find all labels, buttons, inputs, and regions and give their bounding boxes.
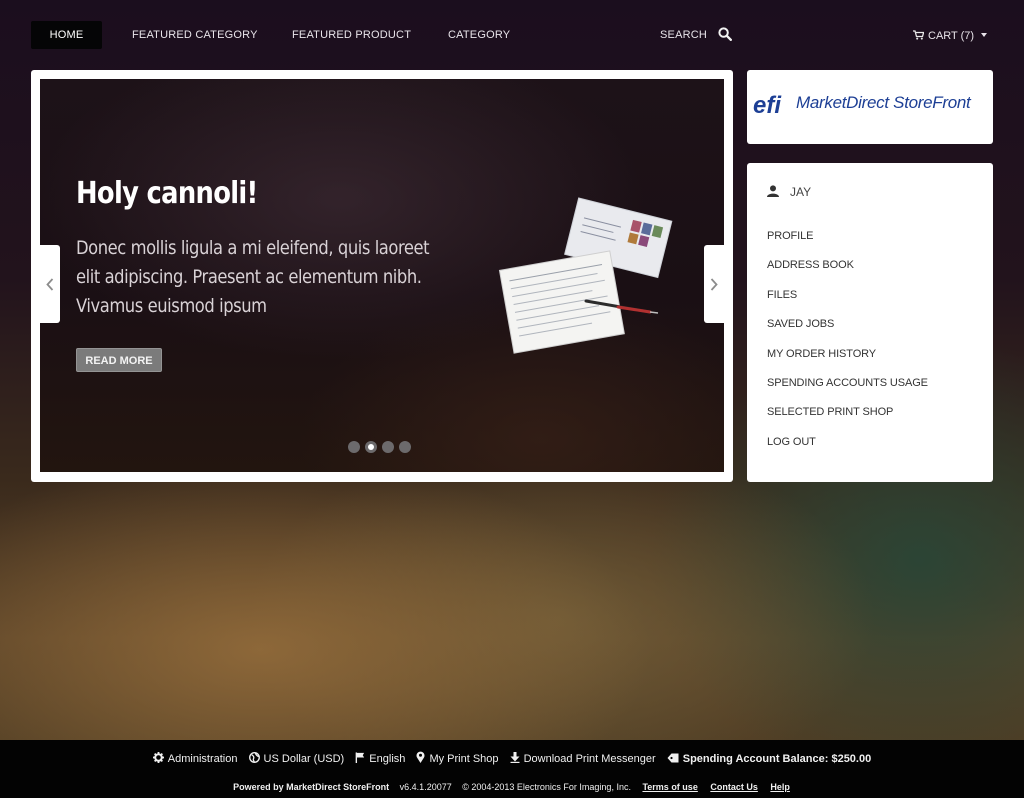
- slide-title: Holy cannoli!: [76, 176, 258, 211]
- envelope-letters-image: [498, 197, 673, 354]
- slider-next-button[interactable]: [704, 245, 724, 323]
- footer: Administration US Dollar (USD) English M…: [0, 740, 1024, 798]
- account-menu: PROFILE ADDRESS BOOK FILES SAVED JOBS MY…: [767, 229, 928, 464]
- username: JAY: [790, 185, 812, 199]
- nav-category[interactable]: CATEGORY: [448, 21, 510, 49]
- storefront-logo[interactable]: efi MarketDirect StoreFront: [747, 70, 993, 144]
- version: v6.4.1.20077: [399, 782, 452, 792]
- slide: Holy cannoli! Donec mollis ligula a mi e…: [40, 79, 724, 472]
- nav-featured-category[interactable]: FEATURED CATEGORY: [132, 21, 258, 49]
- top-navigation: HOME FEATURED CATEGORY FEATURED PRODUCT …: [0, 0, 1024, 70]
- nav-featured-product[interactable]: FEATURED PRODUCT: [292, 21, 411, 49]
- search-icon[interactable]: [718, 27, 732, 41]
- menu-files[interactable]: FILES: [767, 288, 928, 317]
- logo-text: MarketDirect StoreFront: [796, 93, 971, 112]
- slide-dot-1[interactable]: [348, 441, 360, 453]
- footer-print-shop[interactable]: My Print Shop: [416, 751, 499, 765]
- download-icon: [510, 752, 520, 763]
- footer-language[interactable]: English: [355, 752, 405, 765]
- slide-dot-4[interactable]: [399, 441, 411, 453]
- footer-currency[interactable]: US Dollar (USD): [248, 752, 344, 765]
- efi-logo-icon: efi: [753, 92, 782, 118]
- user-icon: [767, 185, 779, 197]
- menu-profile[interactable]: PROFILE: [767, 229, 928, 258]
- footer-legal: Powered by MarketDirect StoreFront v6.4.…: [0, 782, 1024, 792]
- map-marker-icon: [416, 751, 425, 763]
- menu-spending-accounts-usage[interactable]: SPENDING ACCOUNTS USAGE: [767, 376, 928, 405]
- slide-text: Donec mollis ligula a mi eleifend, quis …: [76, 237, 430, 317]
- footer-download-print-messenger[interactable]: Download Print Messenger: [510, 752, 656, 765]
- cart-label: CART (7): [928, 30, 975, 42]
- chevron-right-icon: [710, 277, 718, 291]
- terms-of-use-link[interactable]: Terms of use: [642, 782, 697, 792]
- menu-address-book[interactable]: ADDRESS BOOK: [767, 258, 928, 287]
- contact-us-link[interactable]: Contact Us: [710, 782, 758, 792]
- footer-spending-balance[interactable]: Spending Account Balance: $250.00: [667, 753, 871, 765]
- hero-slider: Holy cannoli! Donec mollis ligula a mi e…: [31, 70, 733, 482]
- powered-by: Powered by MarketDirect StoreFront: [233, 782, 390, 792]
- account-panel: JAY PROFILE ADDRESS BOOK FILES SAVED JOB…: [747, 163, 993, 482]
- user-greeting: JAY: [767, 185, 811, 201]
- menu-log-out[interactable]: LOG OUT: [767, 435, 928, 464]
- gear-icon: [152, 752, 164, 763]
- menu-saved-jobs[interactable]: SAVED JOBS: [767, 317, 928, 346]
- flag-icon: [355, 752, 365, 763]
- cart-icon: [913, 30, 924, 40]
- menu-order-history[interactable]: MY ORDER HISTORY: [767, 347, 928, 376]
- globe-icon: [248, 752, 260, 763]
- tag-icon: [667, 753, 679, 763]
- slide-dot-3[interactable]: [382, 441, 394, 453]
- copyright: © 2004-2013 Electronics For Imaging, Inc…: [462, 782, 631, 792]
- cart-button[interactable]: CART (7): [913, 22, 988, 50]
- chevron-left-icon: [46, 277, 54, 291]
- menu-selected-print-shop[interactable]: SELECTED PRINT SHOP: [767, 405, 928, 434]
- footer-toolbar: Administration US Dollar (USD) English M…: [0, 751, 1024, 767]
- slider-prev-button[interactable]: [40, 245, 60, 323]
- slide-dot-2[interactable]: [365, 441, 377, 453]
- read-more-button[interactable]: READ MORE: [76, 348, 162, 372]
- footer-administration[interactable]: Administration: [152, 752, 237, 765]
- svg-text:efi: efi: [753, 92, 782, 118]
- nav-search[interactable]: SEARCH: [660, 21, 707, 49]
- nav-home[interactable]: HOME: [31, 21, 102, 49]
- help-link[interactable]: Help: [770, 782, 790, 792]
- chevron-down-icon: [981, 33, 988, 37]
